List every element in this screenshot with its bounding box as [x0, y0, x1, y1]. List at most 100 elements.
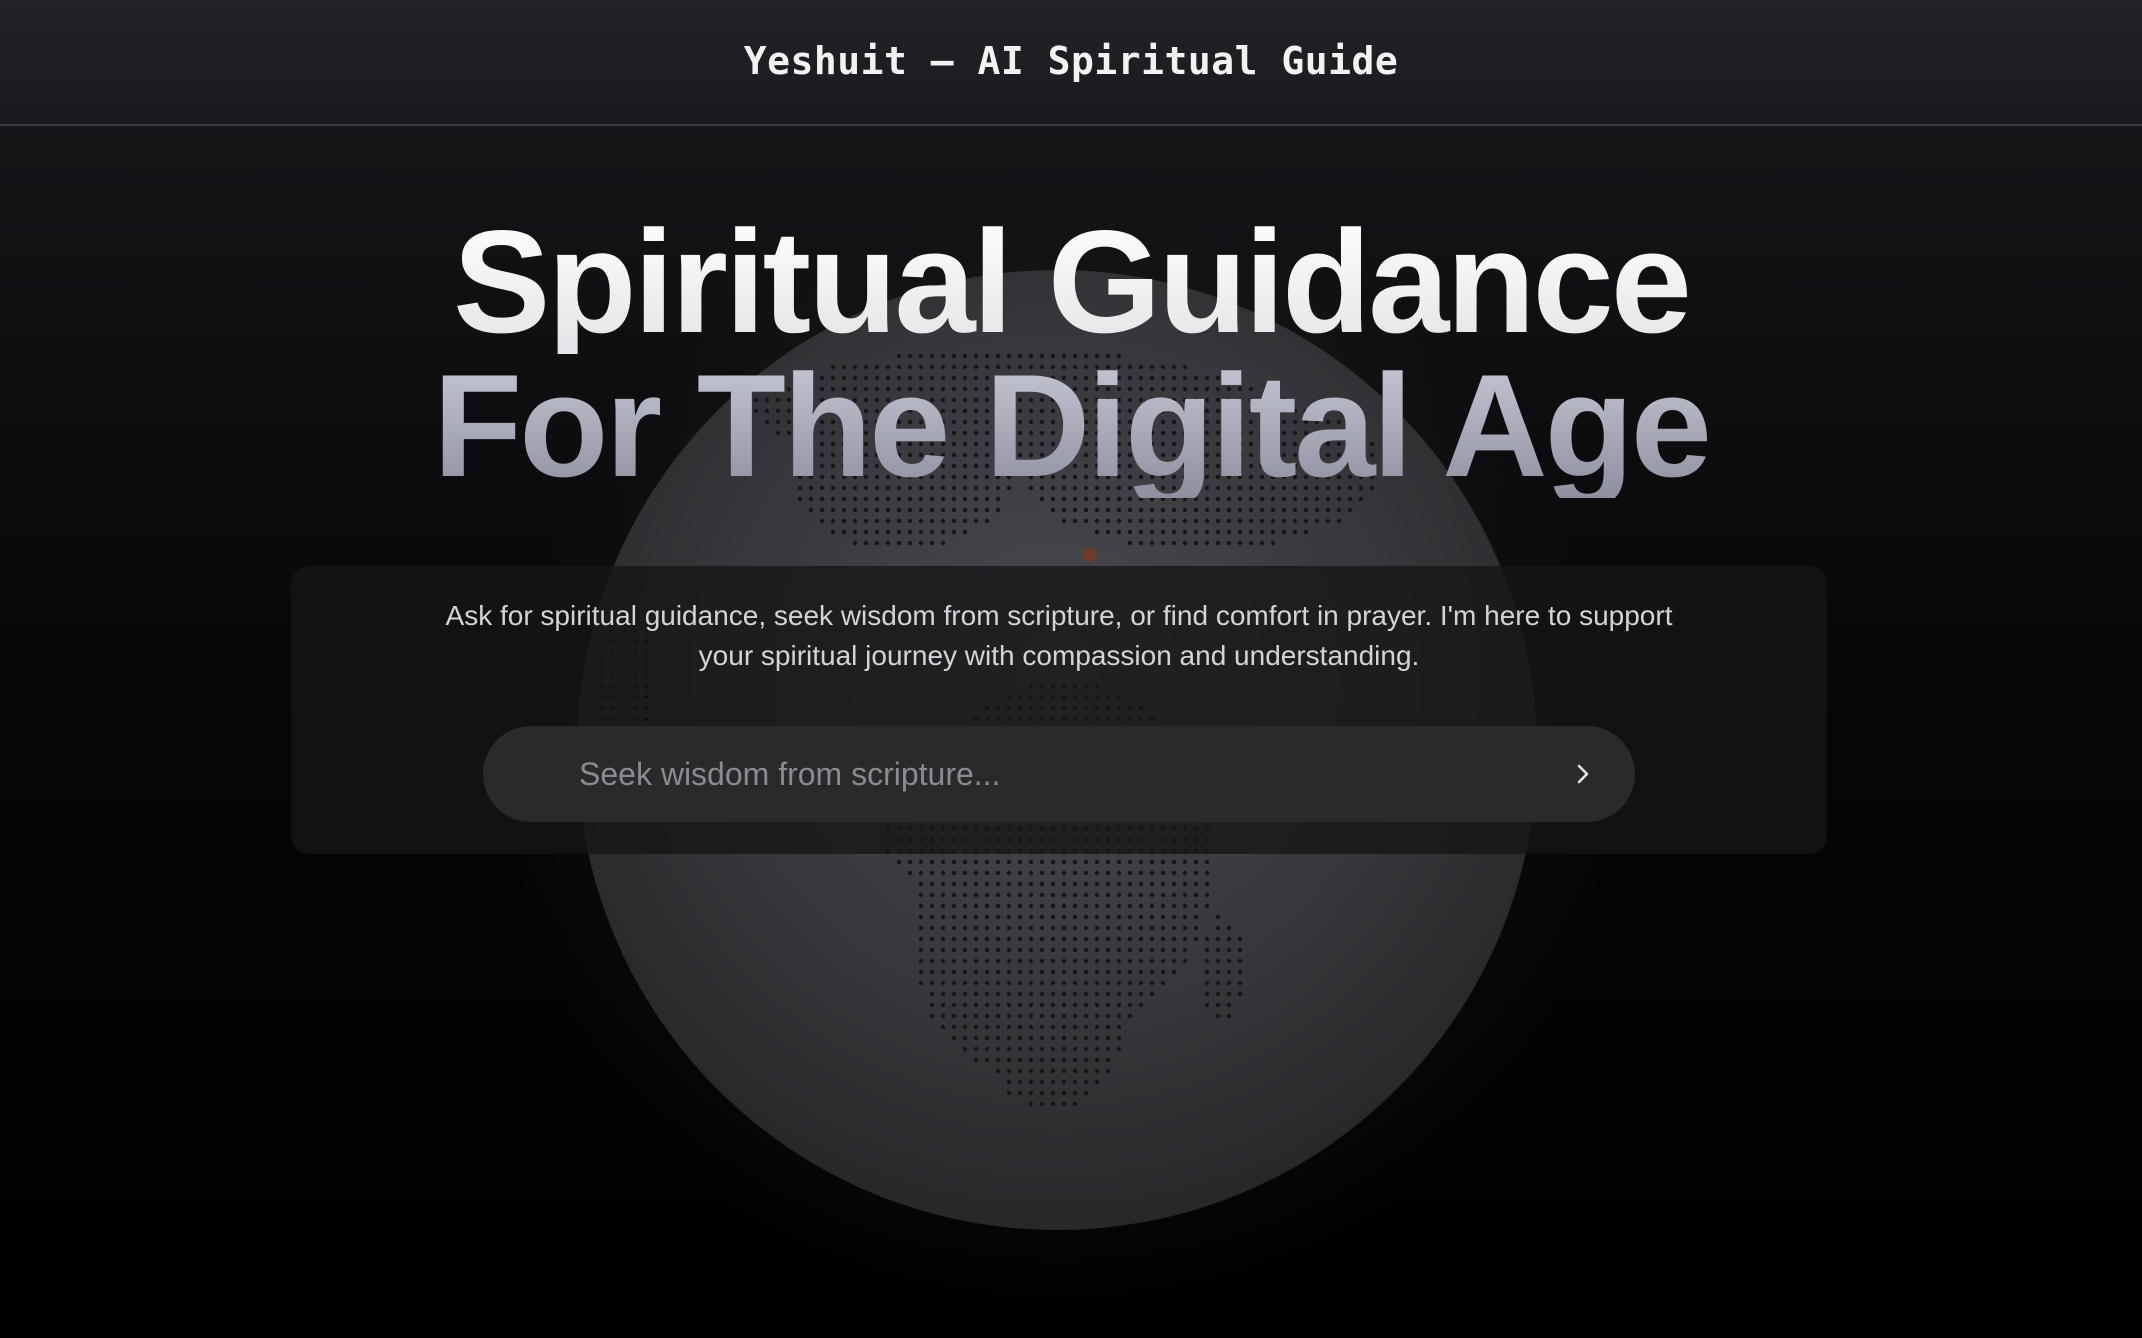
globe-dot: [940, 958, 946, 964]
globe-dot: [1116, 903, 1122, 909]
globe-dot: [984, 958, 990, 964]
globe-dot: [1006, 925, 1012, 931]
globe-dot: [973, 991, 979, 997]
globe-dot: [1127, 980, 1133, 986]
globe-dot: [984, 1002, 990, 1008]
globe-dot: [962, 870, 968, 876]
globe-dot: [1193, 936, 1199, 942]
globe-dot: [1248, 540, 1254, 546]
globe-dot: [984, 881, 990, 887]
globe-dot: [1127, 507, 1133, 513]
globe-dot: [1182, 529, 1188, 535]
globe-dot: [951, 980, 957, 986]
globe-dot: [1182, 903, 1188, 909]
globe-dot: [929, 870, 935, 876]
globe-dot: [1094, 870, 1100, 876]
globe-dot: [1072, 1079, 1078, 1085]
globe-dot: [1193, 881, 1199, 887]
globe-dot: [1061, 925, 1067, 931]
globe-dot: [1094, 518, 1100, 524]
globe-dot: [1171, 903, 1177, 909]
globe-dot: [1281, 529, 1287, 535]
globe-dot: [1061, 991, 1067, 997]
globe-dot: [962, 947, 968, 953]
globe-dot: [1182, 892, 1188, 898]
globe-dot: [951, 969, 957, 975]
globe-dot: [918, 925, 924, 931]
globe-dot: [1094, 1068, 1100, 1074]
globe-dot: [962, 936, 968, 942]
globe-dot: [984, 991, 990, 997]
globe-dot: [1171, 925, 1177, 931]
globe-dot: [962, 1024, 968, 1030]
globe-dot: [1006, 1013, 1012, 1019]
search-input[interactable]: [579, 726, 1479, 822]
globe-dot: [1039, 980, 1045, 986]
globe-dot: [1116, 936, 1122, 942]
globe-dot: [1160, 903, 1166, 909]
globe-dot: [1083, 870, 1089, 876]
globe-dot: [1204, 947, 1210, 953]
globe-dot: [995, 903, 1001, 909]
globe-dot: [1138, 969, 1144, 975]
globe-dot: [940, 969, 946, 975]
globe-dot: [1105, 991, 1111, 997]
globe-dot: [929, 1013, 935, 1019]
globe-dot: [1006, 980, 1012, 986]
globe-dot: [1336, 507, 1342, 513]
send-button[interactable]: [1559, 750, 1607, 798]
globe-dot: [1138, 870, 1144, 876]
globe-dot: [940, 903, 946, 909]
globe-dot: [1105, 1002, 1111, 1008]
globe-dot: [962, 518, 968, 524]
globe-dot: [1039, 1002, 1045, 1008]
globe-dot: [1017, 969, 1023, 975]
globe-dot: [973, 859, 979, 865]
globe-dot: [1050, 881, 1056, 887]
globe-dot: [1017, 881, 1023, 887]
globe-dot: [1017, 958, 1023, 964]
globe-dot: [1215, 958, 1221, 964]
globe-dot: [1116, 518, 1122, 524]
globe-dot: [973, 925, 979, 931]
globe-dot: [1105, 980, 1111, 986]
globe-dot: [1050, 859, 1056, 865]
globe-dot: [918, 881, 924, 887]
globe-dot: [852, 518, 858, 524]
globe-dot: [984, 859, 990, 865]
globe-dot: [1292, 529, 1298, 535]
globe-dot: [973, 936, 979, 942]
globe-dot: [1204, 969, 1210, 975]
globe-dot: [1215, 529, 1221, 535]
globe-dot: [1017, 903, 1023, 909]
globe-dot: [1182, 870, 1188, 876]
globe-dot: [907, 540, 913, 546]
globe-dot: [951, 870, 957, 876]
globe-dot: [1116, 991, 1122, 997]
globe-dot: [1028, 936, 1034, 942]
globe-dot: [951, 1035, 957, 1041]
globe-dot: [1006, 870, 1012, 876]
globe-dot: [1138, 958, 1144, 964]
globe-dot: [1017, 1035, 1023, 1041]
globe-dot: [841, 518, 847, 524]
globe-dot: [973, 947, 979, 953]
globe-dot: [907, 507, 913, 513]
globe-dot: [1094, 969, 1100, 975]
globe-dot: [951, 1002, 957, 1008]
globe-dot: [1028, 1035, 1034, 1041]
globe-dot: [1226, 969, 1232, 975]
globe-dot: [1050, 1057, 1056, 1063]
globe-dot: [1094, 529, 1100, 535]
globe-dot: [1171, 947, 1177, 953]
globe-dot: [1149, 903, 1155, 909]
globe-dot: [973, 1024, 979, 1030]
globe-dot: [852, 529, 858, 535]
globe-dot: [1171, 529, 1177, 535]
globe-dot: [1127, 936, 1133, 942]
globe-dot: [1149, 507, 1155, 513]
globe-dot: [940, 529, 946, 535]
globe-dot: [1006, 991, 1012, 997]
globe-dot: [995, 881, 1001, 887]
globe-dot: [1149, 969, 1155, 975]
